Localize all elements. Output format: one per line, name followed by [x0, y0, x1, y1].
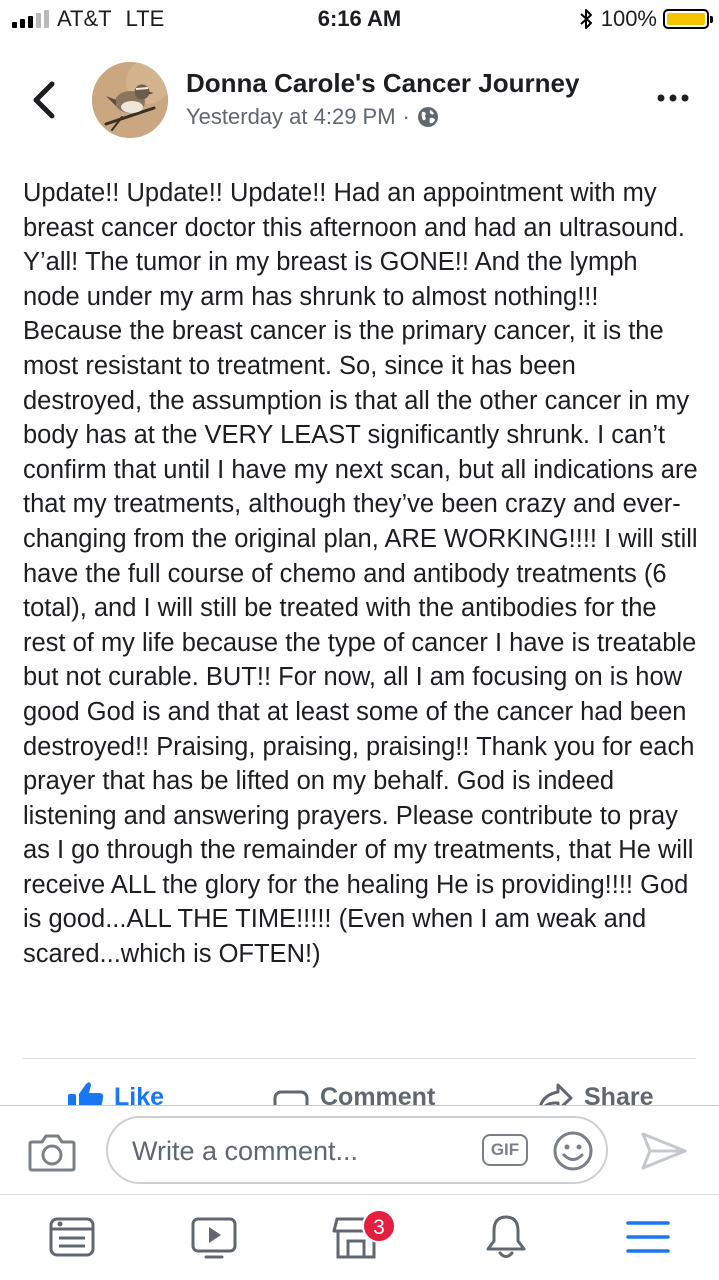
- post-body: Update!! Update!! Update!! Had an appoin…: [23, 179, 698, 969]
- comment-button[interactable]: Comment: [272, 1080, 435, 1106]
- news-feed-icon[interactable]: [48, 1213, 96, 1261]
- meta-separator: ·: [402, 104, 410, 129]
- comment-label: Comment: [320, 1082, 436, 1107]
- post-actions: Like Comment Share: [0, 1072, 719, 1106]
- comment-bubble-icon: [273, 1090, 309, 1106]
- back-arrow-icon[interactable]: [28, 80, 60, 120]
- post-timestamp[interactable]: Yesterday at 4:29 PM: [186, 104, 396, 130]
- status-right: 100%: [579, 6, 713, 32]
- post-header: Donna Carole's Cancer Journey Yesterday …: [0, 58, 719, 144]
- status-bar: AT&T LTE 6:16 AM 100%: [0, 0, 719, 40]
- share-arrow-icon: [538, 1083, 573, 1106]
- camera-icon[interactable]: [28, 1132, 76, 1172]
- share-label: Share: [584, 1082, 654, 1107]
- notifications-bell-icon[interactable]: [482, 1213, 530, 1261]
- post-meta: Yesterday at 4:29 PM ·: [186, 104, 439, 130]
- bird-avatar-icon: [92, 62, 168, 138]
- marketplace-badge: 3: [362, 1209, 396, 1243]
- page-name[interactable]: Donna Carole's Cancer Journey: [186, 68, 579, 99]
- battery-icon: [663, 9, 713, 29]
- comment-placeholder: Write a comment...: [132, 1136, 359, 1166]
- video-icon[interactable]: [190, 1213, 238, 1261]
- emoji-icon[interactable]: [552, 1130, 594, 1172]
- more-options-icon[interactable]: [657, 92, 689, 104]
- comment-composer: Write a comment... GIF: [0, 1106, 719, 1194]
- bluetooth-icon: [580, 9, 592, 29]
- like-label: Like: [114, 1082, 165, 1107]
- gif-button[interactable]: GIF: [482, 1134, 528, 1166]
- divider: [23, 1058, 696, 1059]
- globe-icon: [417, 107, 438, 127]
- page-avatar[interactable]: [92, 62, 168, 138]
- comment-input[interactable]: Write a comment... GIF: [106, 1116, 608, 1184]
- share-button[interactable]: Share: [536, 1080, 653, 1106]
- bottom-tab-bar: 3: [0, 1194, 719, 1280]
- menu-hamburger-icon[interactable]: [624, 1213, 672, 1261]
- send-icon[interactable]: [640, 1130, 688, 1172]
- like-button[interactable]: Like: [66, 1080, 164, 1106]
- thumbs-up-icon: [68, 1082, 104, 1106]
- battery-percent: 100%: [600, 6, 657, 31]
